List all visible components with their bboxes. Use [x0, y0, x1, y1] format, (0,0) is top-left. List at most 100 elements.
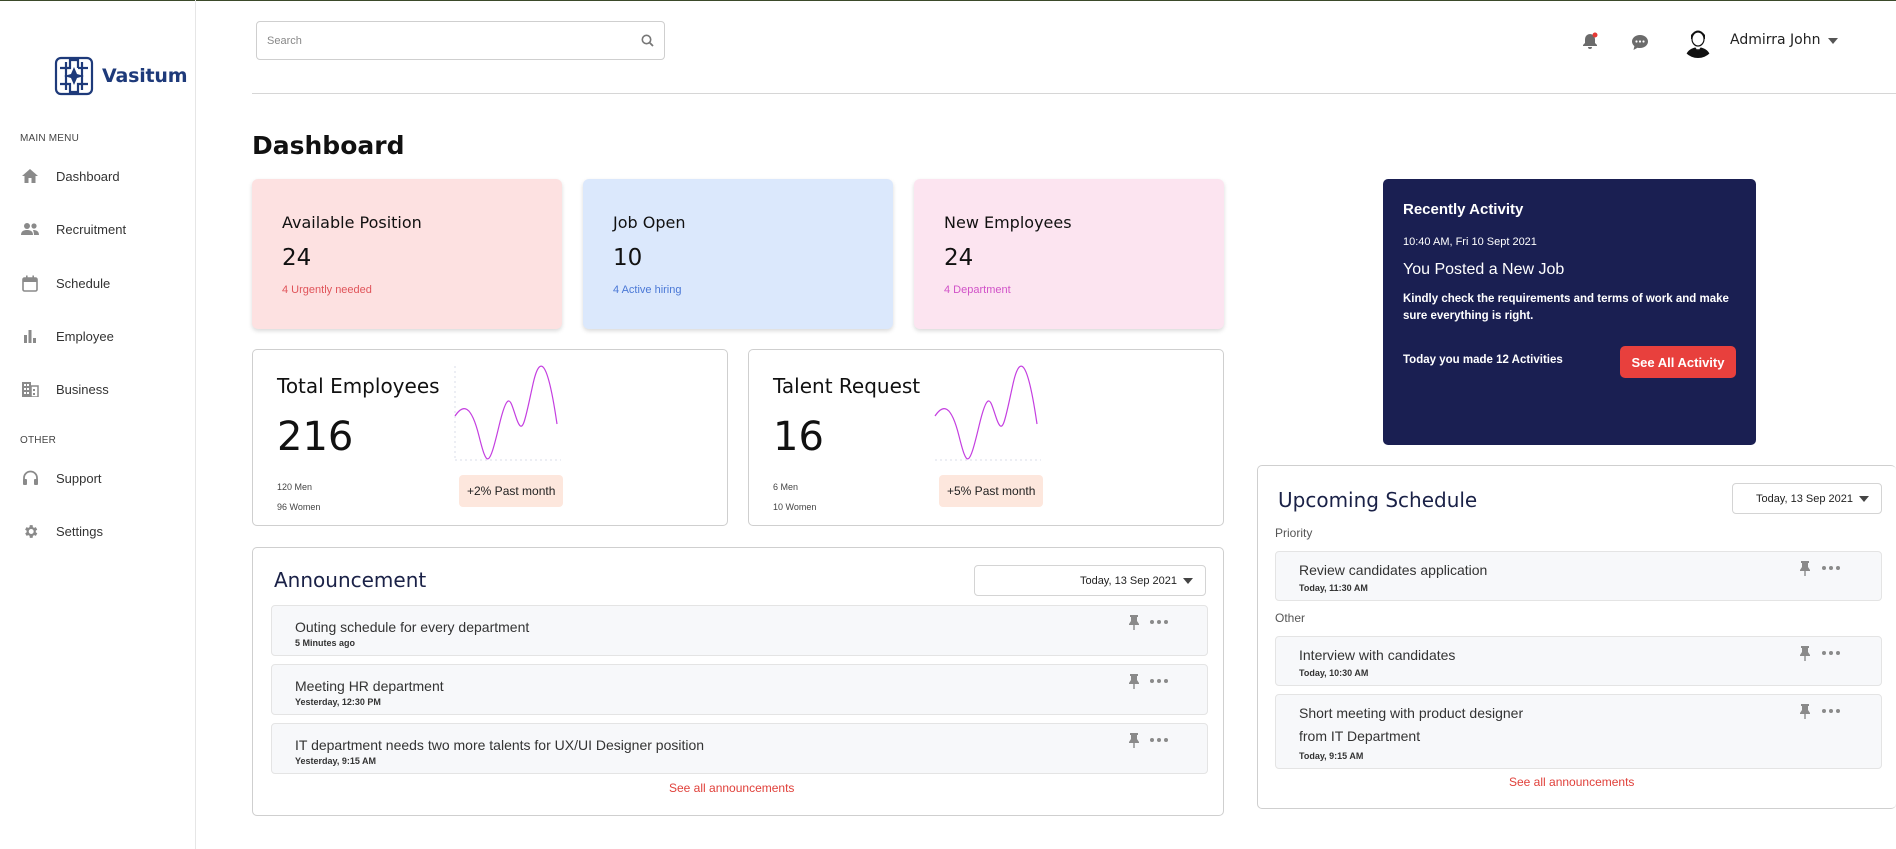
- chevron-down-icon: [1183, 577, 1193, 584]
- more-options-icon[interactable]: [1821, 560, 1841, 576]
- notification-bell-icon[interactable]: [1579, 30, 1601, 52]
- stat-note: 4 Urgently needed: [282, 284, 372, 296]
- metric-card-total-employees[interactable]: Total Employees 216 120 Men 96 Women +2%…: [252, 349, 728, 526]
- schedule-item[interactable]: Interview with candidates Today, 10:30 A…: [1275, 636, 1882, 686]
- more-options-icon[interactable]: [1149, 673, 1169, 689]
- stat-title: Available Position: [282, 213, 422, 232]
- search-box: [256, 21, 665, 60]
- metric-women-count: 96 Women: [277, 502, 321, 512]
- page-title: Dashboard: [252, 131, 405, 160]
- pin-icon[interactable]: [1797, 645, 1813, 661]
- announcement-item[interactable]: IT department needs two more talents for…: [271, 723, 1208, 774]
- calendar-icon: [20, 273, 40, 293]
- stat-title: Job Open: [613, 213, 686, 232]
- stat-value: 24: [944, 245, 974, 271]
- schedule-item-time: Today, 9:15 AM: [1299, 751, 1364, 761]
- sidebar-item-schedule[interactable]: Schedule: [20, 272, 110, 294]
- more-options-icon[interactable]: [1821, 645, 1841, 661]
- more-options-icon[interactable]: [1821, 703, 1841, 719]
- announcement-item-time: 5 Minutes ago: [295, 638, 356, 648]
- pin-icon[interactable]: [1797, 703, 1813, 719]
- metric-men-count: 120 Men: [277, 482, 313, 492]
- metric-change-badge: +5% Past month: [939, 475, 1044, 507]
- announcement-date-select[interactable]: Today, 13 Sep 2021: [974, 565, 1206, 596]
- schedule-date-select[interactable]: Today, 13 Sep 2021: [1732, 483, 1882, 514]
- sidebar-item-business[interactable]: Business: [20, 378, 109, 400]
- schedule-item-title: Interview with candidates: [1299, 647, 1456, 663]
- search-icon[interactable]: [641, 34, 654, 47]
- schedule-item-title-line1: Short meeting with product designer: [1299, 705, 1524, 721]
- user-menu-caret-icon[interactable]: [1828, 38, 1838, 44]
- user-name[interactable]: Admirra John: [1730, 32, 1820, 48]
- main-menu-label: MAIN MENU: [20, 133, 80, 144]
- more-options-icon[interactable]: [1149, 732, 1169, 748]
- search-input[interactable]: [267, 34, 641, 47]
- stat-note: 4 Active hiring: [613, 284, 682, 296]
- avatar[interactable]: [1681, 24, 1715, 58]
- see-all-announcements-link[interactable]: See all announcements: [669, 781, 794, 795]
- brand-logo[interactable]: Vasitum: [52, 54, 188, 98]
- pin-icon[interactable]: [1126, 732, 1142, 748]
- sidebar-item-employee[interactable]: Employee: [20, 325, 114, 347]
- activity-headline: You Posted a New Job: [1403, 261, 1565, 278]
- sidebar-item-label: Schedule: [56, 275, 111, 291]
- see-all-activity-button[interactable]: See All Activity: [1620, 346, 1736, 378]
- brand-name: Vasitum: [102, 65, 188, 87]
- other-label: Other: [1275, 611, 1306, 625]
- schedule-item-title: Review candidates application: [1299, 562, 1488, 578]
- date-select-value: Today, 13 Sep 2021: [1755, 492, 1853, 505]
- metric-card-talent-request[interactable]: Talent Request 16 6 Men 10 Women +5% Pas…: [748, 349, 1224, 526]
- announcement-item-time: Yesterday, 12:30 PM: [295, 697, 381, 707]
- priority-label: Priority: [1275, 526, 1313, 540]
- recent-activity-card: Recently Activity 10:40 AM, Fri 10 Sept …: [1383, 179, 1756, 445]
- stat-title: New Employees: [944, 213, 1072, 232]
- see-all-schedule-link[interactable]: See all announcements: [1509, 775, 1634, 789]
- sidebar-item-dashboard[interactable]: Dashboard: [20, 165, 120, 187]
- sidebar-item-support[interactable]: Support: [20, 467, 102, 489]
- schedule-item[interactable]: Short meeting with product designer from…: [1275, 694, 1882, 769]
- pin-icon[interactable]: [1126, 673, 1142, 689]
- stat-card-new-employees[interactable]: New Employees 24 4 Department: [914, 179, 1224, 329]
- activity-description: Kindly check the requirements and terms …: [1403, 293, 1729, 322]
- announcement-item-time: Yesterday, 9:15 AM: [295, 756, 377, 766]
- activity-title: Recently Activity: [1403, 201, 1524, 218]
- schedule-item-title: Short meeting with product designer from…: [1299, 702, 1523, 748]
- upcoming-schedule-panel: Upcoming Schedule Today, 13 Sep 2021 Pri…: [1257, 465, 1896, 809]
- metric-change-badge: +2% Past month: [459, 475, 564, 507]
- schedule-item[interactable]: Review candidates application Today, 11:…: [1275, 551, 1882, 601]
- stat-value: 24: [282, 245, 312, 271]
- pin-icon[interactable]: [1126, 614, 1142, 630]
- sparkline-chart: [454, 365, 561, 461]
- sparkline-chart: [934, 365, 1041, 461]
- announcement-item-title: IT department needs two more talents for…: [295, 737, 705, 753]
- metric-women-count: 10 Women: [773, 502, 817, 512]
- more-options-icon[interactable]: [1149, 614, 1169, 630]
- stat-card-available-position[interactable]: Available Position 24 4 Urgently needed: [252, 179, 562, 329]
- announcement-panel: Announcement Today, 13 Sep 2021 Outing s…: [252, 547, 1224, 816]
- date-select-value: Today, 13 Sep 2021: [1079, 574, 1177, 587]
- announcement-title: Announcement: [274, 568, 427, 592]
- announcement-item[interactable]: Outing schedule for every department 5 M…: [271, 605, 1208, 656]
- chat-icon[interactable]: [1629, 31, 1651, 53]
- announcement-item[interactable]: Meeting HR department Yesterday, 12:30 P…: [271, 664, 1208, 715]
- sidebar-item-label: Business: [56, 381, 109, 397]
- sidebar-item-recruitment[interactable]: Recruitment: [20, 218, 126, 240]
- activity-count: Today you made 12 Activities: [1403, 354, 1563, 366]
- header-divider: [252, 93, 1896, 94]
- building-icon: [20, 379, 40, 399]
- sidebar-item-settings[interactable]: Settings: [20, 520, 103, 542]
- pin-icon[interactable]: [1797, 560, 1813, 576]
- announcement-item-title: Outing schedule for every department: [295, 619, 530, 635]
- sidebar-item-label: Support: [56, 470, 102, 486]
- schedule-item-time: Today, 11:30 AM: [1299, 583, 1368, 593]
- sidebar-item-label: Dashboard: [56, 168, 120, 184]
- stat-card-job-open[interactable]: Job Open 10 4 Active hiring: [583, 179, 893, 329]
- metric-value: 216: [277, 414, 354, 460]
- logo-mark-icon: [54, 56, 94, 96]
- sidebar-item-label: Employee: [56, 328, 114, 344]
- metric-title: Talent Request: [773, 374, 921, 398]
- window-top-border: [0, 0, 1896, 1]
- home-icon: [20, 166, 40, 186]
- people-icon: [20, 219, 40, 239]
- gear-icon: [20, 521, 40, 541]
